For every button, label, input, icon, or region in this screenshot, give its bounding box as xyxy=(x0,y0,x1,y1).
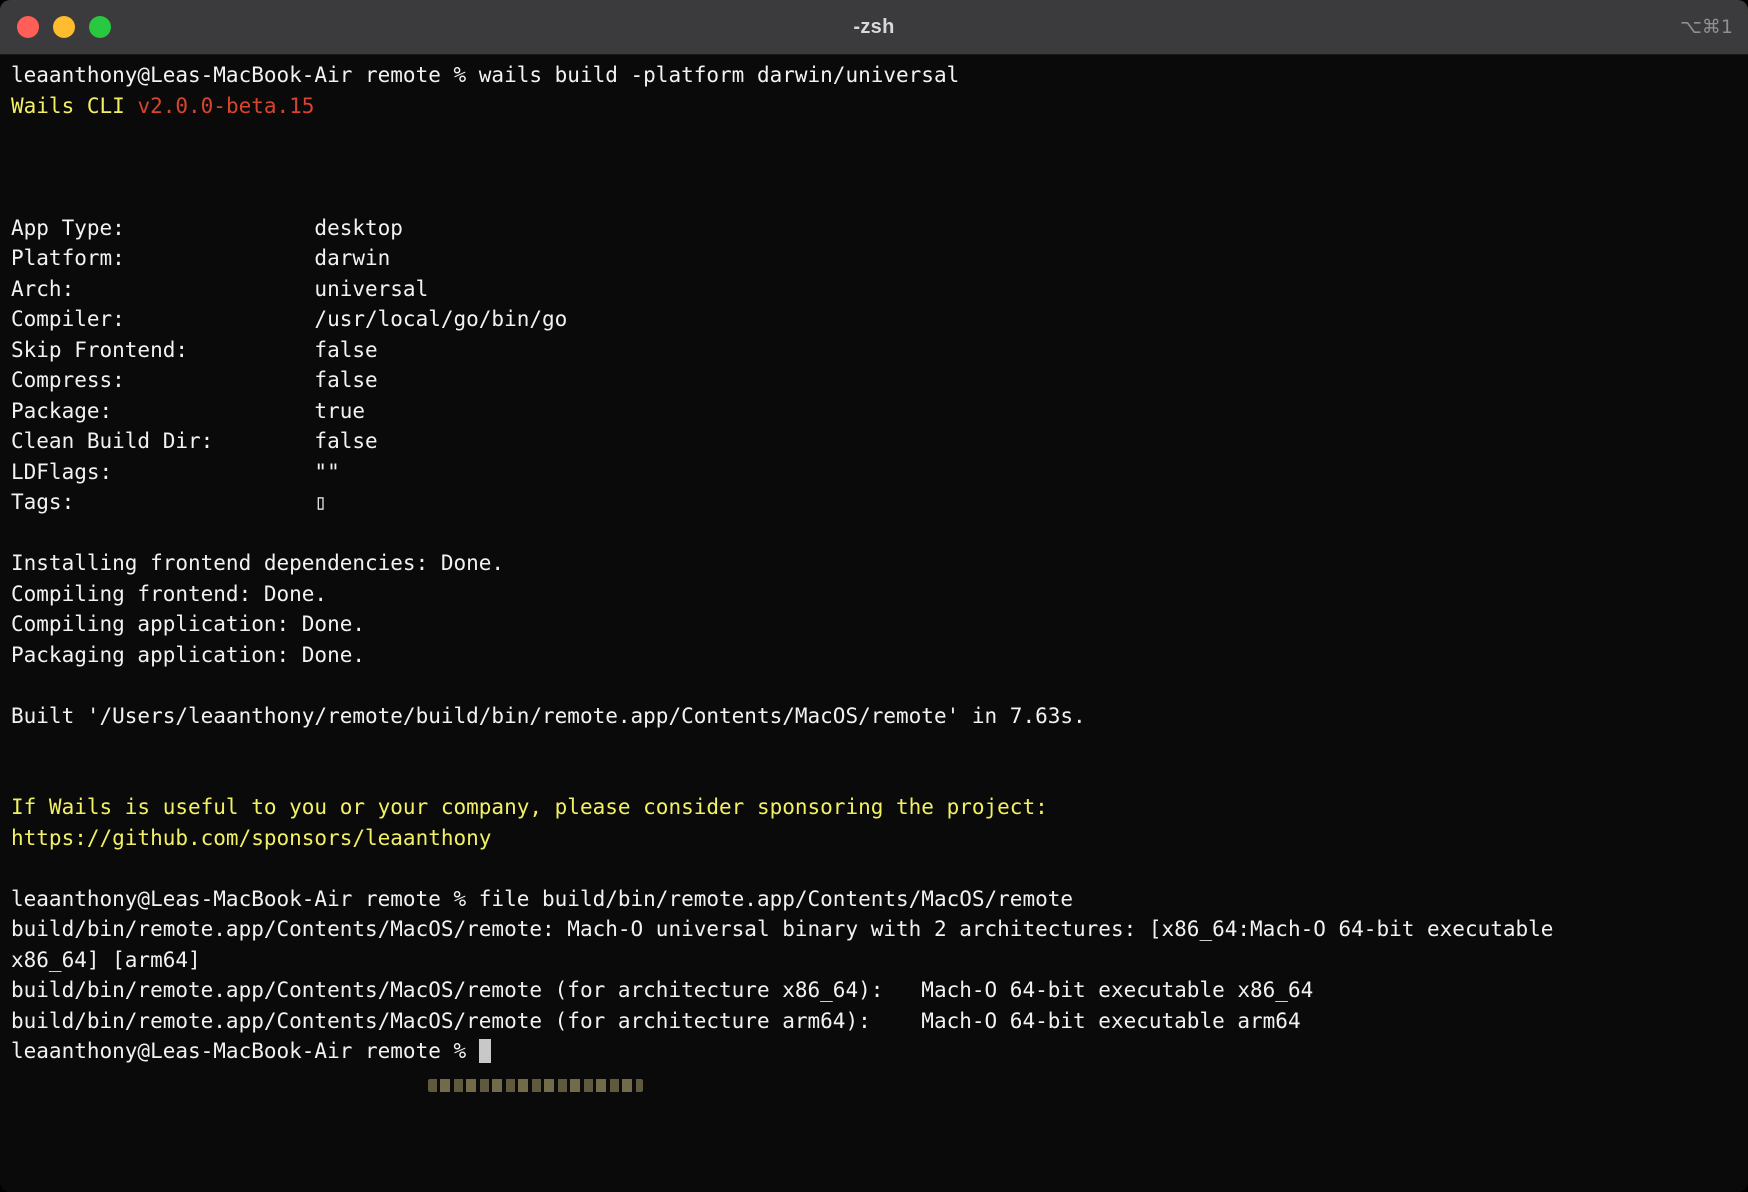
terminal-line xyxy=(11,182,1738,213)
zoom-button[interactable] xyxy=(89,16,111,38)
terminal-line xyxy=(11,152,1738,183)
terminal-line: build/bin/remote.app/Contents/MacOS/remo… xyxy=(11,914,1738,945)
terminal-line: Compiling application: Done. xyxy=(11,609,1738,640)
terminal-line: leaanthony@Leas-MacBook-Air remote % fil… xyxy=(11,884,1738,915)
terminal-line: build/bin/remote.app/Contents/MacOS/remo… xyxy=(11,1006,1738,1037)
terminal-line: Compress: false xyxy=(11,365,1738,396)
terminal-line: App Type: desktop xyxy=(11,213,1738,244)
traffic-lights xyxy=(17,0,111,54)
terminal-line: Platform: darwin xyxy=(11,243,1738,274)
terminal-line: https://github.com/sponsors/leaanthony xyxy=(11,823,1738,854)
terminal-line xyxy=(11,518,1738,549)
terminal-line: Tags: ▯ xyxy=(11,487,1738,518)
terminal-line: leaanthony@Leas-MacBook-Air remote % wai… xyxy=(11,60,1738,91)
window-title: -zsh xyxy=(853,16,894,39)
titlebar[interactable]: -zsh ⌥⌘1 xyxy=(0,0,1748,55)
terminal-line: LDFlags: "" xyxy=(11,457,1738,488)
terminal-line: leaanthony@Leas-MacBook-Air remote % xyxy=(11,1036,1738,1067)
terminal-output[interactable]: leaanthony@Leas-MacBook-Air remote % wai… xyxy=(0,55,1748,1192)
terminal-line xyxy=(11,121,1738,152)
terminal-line xyxy=(11,731,1738,762)
terminal-line: Clean Build Dir: false xyxy=(11,426,1738,457)
terminal-cursor xyxy=(479,1039,492,1063)
close-button[interactable] xyxy=(17,16,39,38)
terminal-line: If Wails is useful to you or your compan… xyxy=(11,792,1738,823)
clipped-text-fragment xyxy=(428,1079,643,1092)
terminal-line: x86_64] [arm64] xyxy=(11,945,1738,976)
minimize-button[interactable] xyxy=(53,16,75,38)
terminal-line: Installing frontend dependencies: Done. xyxy=(11,548,1738,579)
terminal-line: Skip Frontend: false xyxy=(11,335,1738,366)
terminal-line: Built '/Users/leaanthony/remote/build/bi… xyxy=(11,701,1738,732)
terminal-line: build/bin/remote.app/Contents/MacOS/remo… xyxy=(11,975,1738,1006)
terminal-window: -zsh ⌥⌘1 leaanthony@Leas-MacBook-Air rem… xyxy=(0,0,1748,1192)
terminal-line: Arch: universal xyxy=(11,274,1738,305)
terminal-line: Wails CLI v2.0.0-beta.15 xyxy=(11,91,1738,122)
tab-shortcut-icon: ⌥⌘1 xyxy=(1680,0,1733,54)
terminal-line xyxy=(11,670,1738,701)
terminal-line xyxy=(11,853,1738,884)
terminal-line xyxy=(11,762,1738,793)
terminal-line: Compiling frontend: Done. xyxy=(11,579,1738,610)
terminal-line: Compiler: /usr/local/go/bin/go xyxy=(11,304,1738,335)
terminal-line: Packaging application: Done. xyxy=(11,640,1738,671)
terminal-line: Package: true xyxy=(11,396,1738,427)
